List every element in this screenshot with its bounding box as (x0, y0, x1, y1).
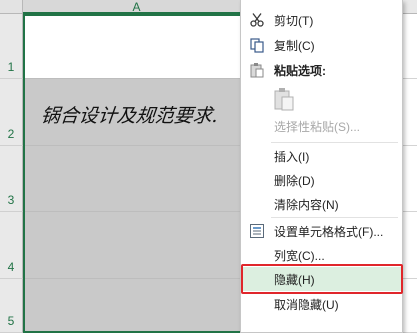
row-number: 4 (7, 260, 15, 274)
select-all-corner[interactable] (0, 0, 23, 14)
cell-a4[interactable] (23, 212, 250, 279)
menu-label: 删除(D) (274, 173, 315, 188)
cell-a5[interactable] (23, 279, 250, 333)
menu-label: 粘贴选项: (274, 63, 326, 78)
menu-item-format-cells[interactable]: 设置单元格格式(F)... (241, 219, 402, 243)
format-cells-icon (249, 223, 265, 239)
menu-label: 取消隐藏(U) (274, 297, 339, 312)
copy-icon (249, 37, 265, 53)
row-header-5[interactable]: 5 (0, 279, 23, 333)
row-number: 3 (7, 193, 15, 207)
row-header-3[interactable]: 3 (0, 146, 23, 212)
menu-item-unhide[interactable]: 取消隐藏(U) (241, 292, 402, 316)
highlight-box (241, 264, 403, 294)
menu-divider (271, 217, 398, 218)
menu-label: 清除内容(N) (274, 197, 339, 212)
menu-label: 复制(C) (274, 38, 315, 53)
handwritten-text: 锅合设计及规范要求. (39, 105, 220, 127)
row-header-1[interactable]: 1 (0, 14, 23, 79)
menu-item-insert[interactable]: 插入(I) (241, 144, 402, 168)
row-number: 5 (7, 314, 15, 328)
row-number: 1 (7, 60, 15, 74)
column-header-a[interactable]: A (23, 0, 250, 14)
cell-a1[interactable] (23, 14, 250, 79)
menu-item-paste-special[interactable]: 选择性粘贴(S)... (241, 114, 402, 138)
menu-label: 选择性粘贴(S)... (274, 119, 360, 134)
menu-item-delete[interactable]: 删除(D) (241, 168, 402, 192)
menu-item-clear-contents[interactable]: 清除内容(N) (241, 192, 402, 216)
menu-label: 列宽(C)... (274, 248, 325, 263)
menu-divider (271, 142, 398, 143)
paste-options-header: 粘贴选项: (241, 58, 402, 82)
menu-label: 插入(I) (274, 149, 310, 164)
menu-label: 设置单元格格式(F)... (274, 224, 384, 239)
menu-label: 剪切(T) (274, 13, 314, 28)
cell-a2[interactable]: 锅合设计及规范要求. (23, 79, 250, 146)
menu-item-copy[interactable]: 复制(C) (241, 33, 402, 57)
row-number: 2 (7, 127, 15, 141)
paste-icon (249, 62, 265, 78)
row-header-4[interactable]: 4 (0, 212, 23, 279)
row-header-2[interactable]: 2 (0, 79, 23, 146)
menu-item-cut[interactable]: 剪切(T) (241, 8, 402, 32)
scissors-icon (249, 12, 265, 28)
paste-option-icon[interactable] (273, 87, 295, 111)
cell-a3[interactable]: 合格 (23, 146, 250, 256)
